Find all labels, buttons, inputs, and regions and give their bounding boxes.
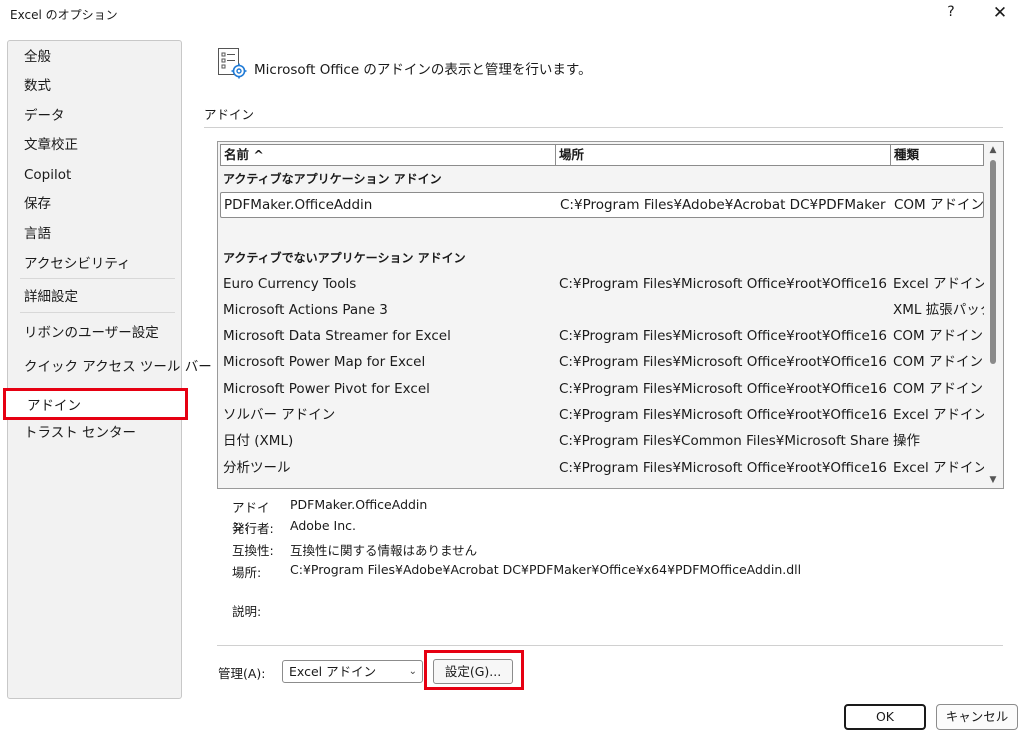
page-description: Microsoft Office のアドインの表示と管理を行います。: [254, 62, 592, 78]
table-row[interactable]: Microsoft Power Map for Excel C:¥Program…: [220, 349, 984, 375]
section-title: アドイン: [204, 107, 255, 122]
chevron-down-icon: ⌄: [408, 666, 417, 677]
table-row[interactable]: Microsoft Actions Pane 3 XML 拡張パック: [220, 297, 988, 323]
manage-dropdown-value: Excel アドイン: [289, 664, 377, 679]
close-icon[interactable]: ✕: [990, 3, 1010, 25]
table-row[interactable]: 分析ツール C:¥Program Files¥Microsoft Office¥…: [220, 455, 987, 481]
sidebar-item-advanced[interactable]: 詳細設定: [9, 284, 181, 310]
cell-name: Microsoft Data Streamer for Excel: [223, 328, 451, 344]
addins-settings-icon: [218, 48, 247, 79]
detail-location-label: 場所:: [232, 565, 262, 580]
scroll-thumb[interactable]: [990, 160, 996, 364]
group-header-inactive: アクティブでないアプリケーション アドイン: [223, 251, 466, 265]
cell-type: COM アドイン: [894, 197, 984, 213]
detail-description-label: 説明:: [232, 604, 262, 619]
cell-type: 操作: [893, 433, 920, 449]
cell-name: 日付 (XML): [223, 433, 294, 449]
cell-type: COM アドイン: [893, 381, 983, 397]
cell-location: C:¥Program Files¥Adobe¥Acrobat DC¥PDFMak…: [560, 197, 886, 213]
cell-name: Microsoft Actions Pane 3: [223, 302, 388, 318]
detail-addin-value: PDFMaker.OfficeAddin: [290, 497, 428, 512]
sidebar: 全般 数式 データ 文章校正 Copilot 保存 言語 アクセシビリティ 詳細…: [3, 40, 212, 699]
help-icon[interactable]: ?: [944, 4, 958, 24]
table-row[interactable]: 日付 (XML) C:¥Program Files¥Common Files¥M…: [220, 428, 984, 454]
sidebar-divider: [20, 278, 175, 279]
column-header-type[interactable]: 種類: [890, 144, 984, 166]
excel-options-dialog: Excel のオプション ? ✕ 全般 数式 データ 文章校正 Copilot …: [0, 0, 1024, 739]
detail-compat-label: 互換性:: [232, 543, 274, 558]
cell-type: Excel アドイン: [893, 407, 988, 423]
sidebar-item-copilot[interactable]: Copilot: [9, 162, 181, 188]
cell-name: Euro Currency Tools: [223, 276, 357, 292]
sidebar-item-trust-center[interactable]: トラスト センター: [9, 420, 181, 446]
cell-type: COM アドイン: [893, 354, 983, 370]
cell-type: Excel アドイン: [893, 460, 988, 476]
manage-dropdown[interactable]: Excel アドイン ⌄: [282, 660, 423, 683]
detail-location-value: C:¥Program Files¥Adobe¥Acrobat DC¥PDFMak…: [290, 562, 802, 577]
cell-name: Microsoft Power Pivot for Excel: [223, 381, 430, 397]
table-row[interactable]: Microsoft Power Pivot for Excel C:¥Progr…: [220, 376, 984, 402]
sidebar-item-save[interactable]: 保存: [9, 191, 181, 217]
cell-name: 分析ツール: [223, 460, 291, 476]
cell-name: PDFMaker.OfficeAddin: [224, 197, 373, 213]
manage-label: 管理(A):: [218, 666, 266, 681]
cell-location: C:¥Program Files¥Common Files¥Microsoft …: [559, 433, 889, 449]
bottom-divider: [217, 645, 1003, 646]
detail-publisher-label: 発行者:: [232, 521, 274, 536]
sidebar-item-accessibility[interactable]: アクセシビリティ: [9, 251, 181, 277]
sidebar-item-addins[interactable]: アドイン: [3, 388, 188, 420]
cell-location: C:¥Program Files¥Microsoft Office¥root¥O…: [559, 354, 887, 370]
sidebar-item-language[interactable]: 言語: [9, 221, 181, 247]
table-row[interactable]: Euro Currency Tools C:¥Program Files¥Mic…: [220, 271, 987, 297]
table-header: 名前 ^ 場所 種類: [220, 144, 984, 166]
cancel-button[interactable]: キャンセル: [936, 704, 1018, 730]
cell-location: C:¥Program Files¥Microsoft Office¥root¥O…: [559, 407, 887, 423]
cell-type: Excel アドイン: [893, 276, 988, 292]
column-header-location[interactable]: 場所: [555, 144, 891, 166]
sidebar-divider: [20, 312, 175, 313]
detail-publisher-value: Adobe Inc.: [290, 518, 356, 533]
table-scrollbar[interactable]: ▲ ▼: [984, 142, 1003, 488]
settings-button[interactable]: 設定(G)...: [433, 659, 513, 684]
cell-type: COM アドイン: [893, 328, 983, 344]
group-header-active: アクティブなアプリケーション アドイン: [223, 172, 442, 186]
sidebar-item-proofing[interactable]: 文章校正: [9, 132, 181, 158]
addins-table[interactable]: 名前 ^ 場所 種類 アクティブなアプリケーション アドイン PDFMaker.…: [217, 141, 1004, 489]
sidebar-item-quick-access-toolbar[interactable]: クイック アクセス ツール バー: [9, 354, 212, 380]
scroll-up-icon[interactable]: ▲: [987, 145, 999, 155]
scroll-down-icon[interactable]: ▼: [987, 475, 999, 485]
cell-location: C:¥Program Files¥Microsoft Office¥root¥O…: [559, 381, 887, 397]
column-header-name[interactable]: 名前 ^: [220, 144, 556, 166]
ok-button[interactable]: OK: [844, 704, 926, 730]
title-bar: Excel のオプション ? ✕: [0, 0, 1024, 30]
cell-location: C:¥Program Files¥Microsoft Office¥root¥O…: [559, 328, 887, 344]
section-divider: [204, 127, 1003, 128]
detail-compat-value: 互換性に関する情報はありません: [290, 543, 478, 558]
dialog-title: Excel のオプション: [10, 8, 118, 22]
table-row[interactable]: Microsoft Data Streamer for Excel C:¥Pro…: [220, 323, 984, 349]
sidebar-item-data[interactable]: データ: [9, 103, 181, 129]
sidebar-item-formulas[interactable]: 数式: [9, 73, 181, 99]
cell-name: ソルバー アドイン: [223, 407, 336, 423]
cell-location: C:¥Program Files¥Microsoft Office¥root¥O…: [559, 460, 887, 476]
cell-name: Microsoft Power Map for Excel: [223, 354, 426, 370]
table-row[interactable]: ソルバー アドイン C:¥Program Files¥Microsoft Off…: [220, 402, 987, 428]
cell-type: XML 拡張パック: [893, 302, 988, 318]
sidebar-item-general[interactable]: 全般: [9, 44, 181, 70]
sidebar-item-customize-ribbon[interactable]: リボンのユーザー設定: [9, 320, 181, 346]
table-row-selected[interactable]: PDFMaker.OfficeAddin C:¥Program Files¥Ad…: [220, 192, 984, 218]
cell-location: C:¥Program Files¥Microsoft Office¥root¥O…: [559, 276, 887, 292]
